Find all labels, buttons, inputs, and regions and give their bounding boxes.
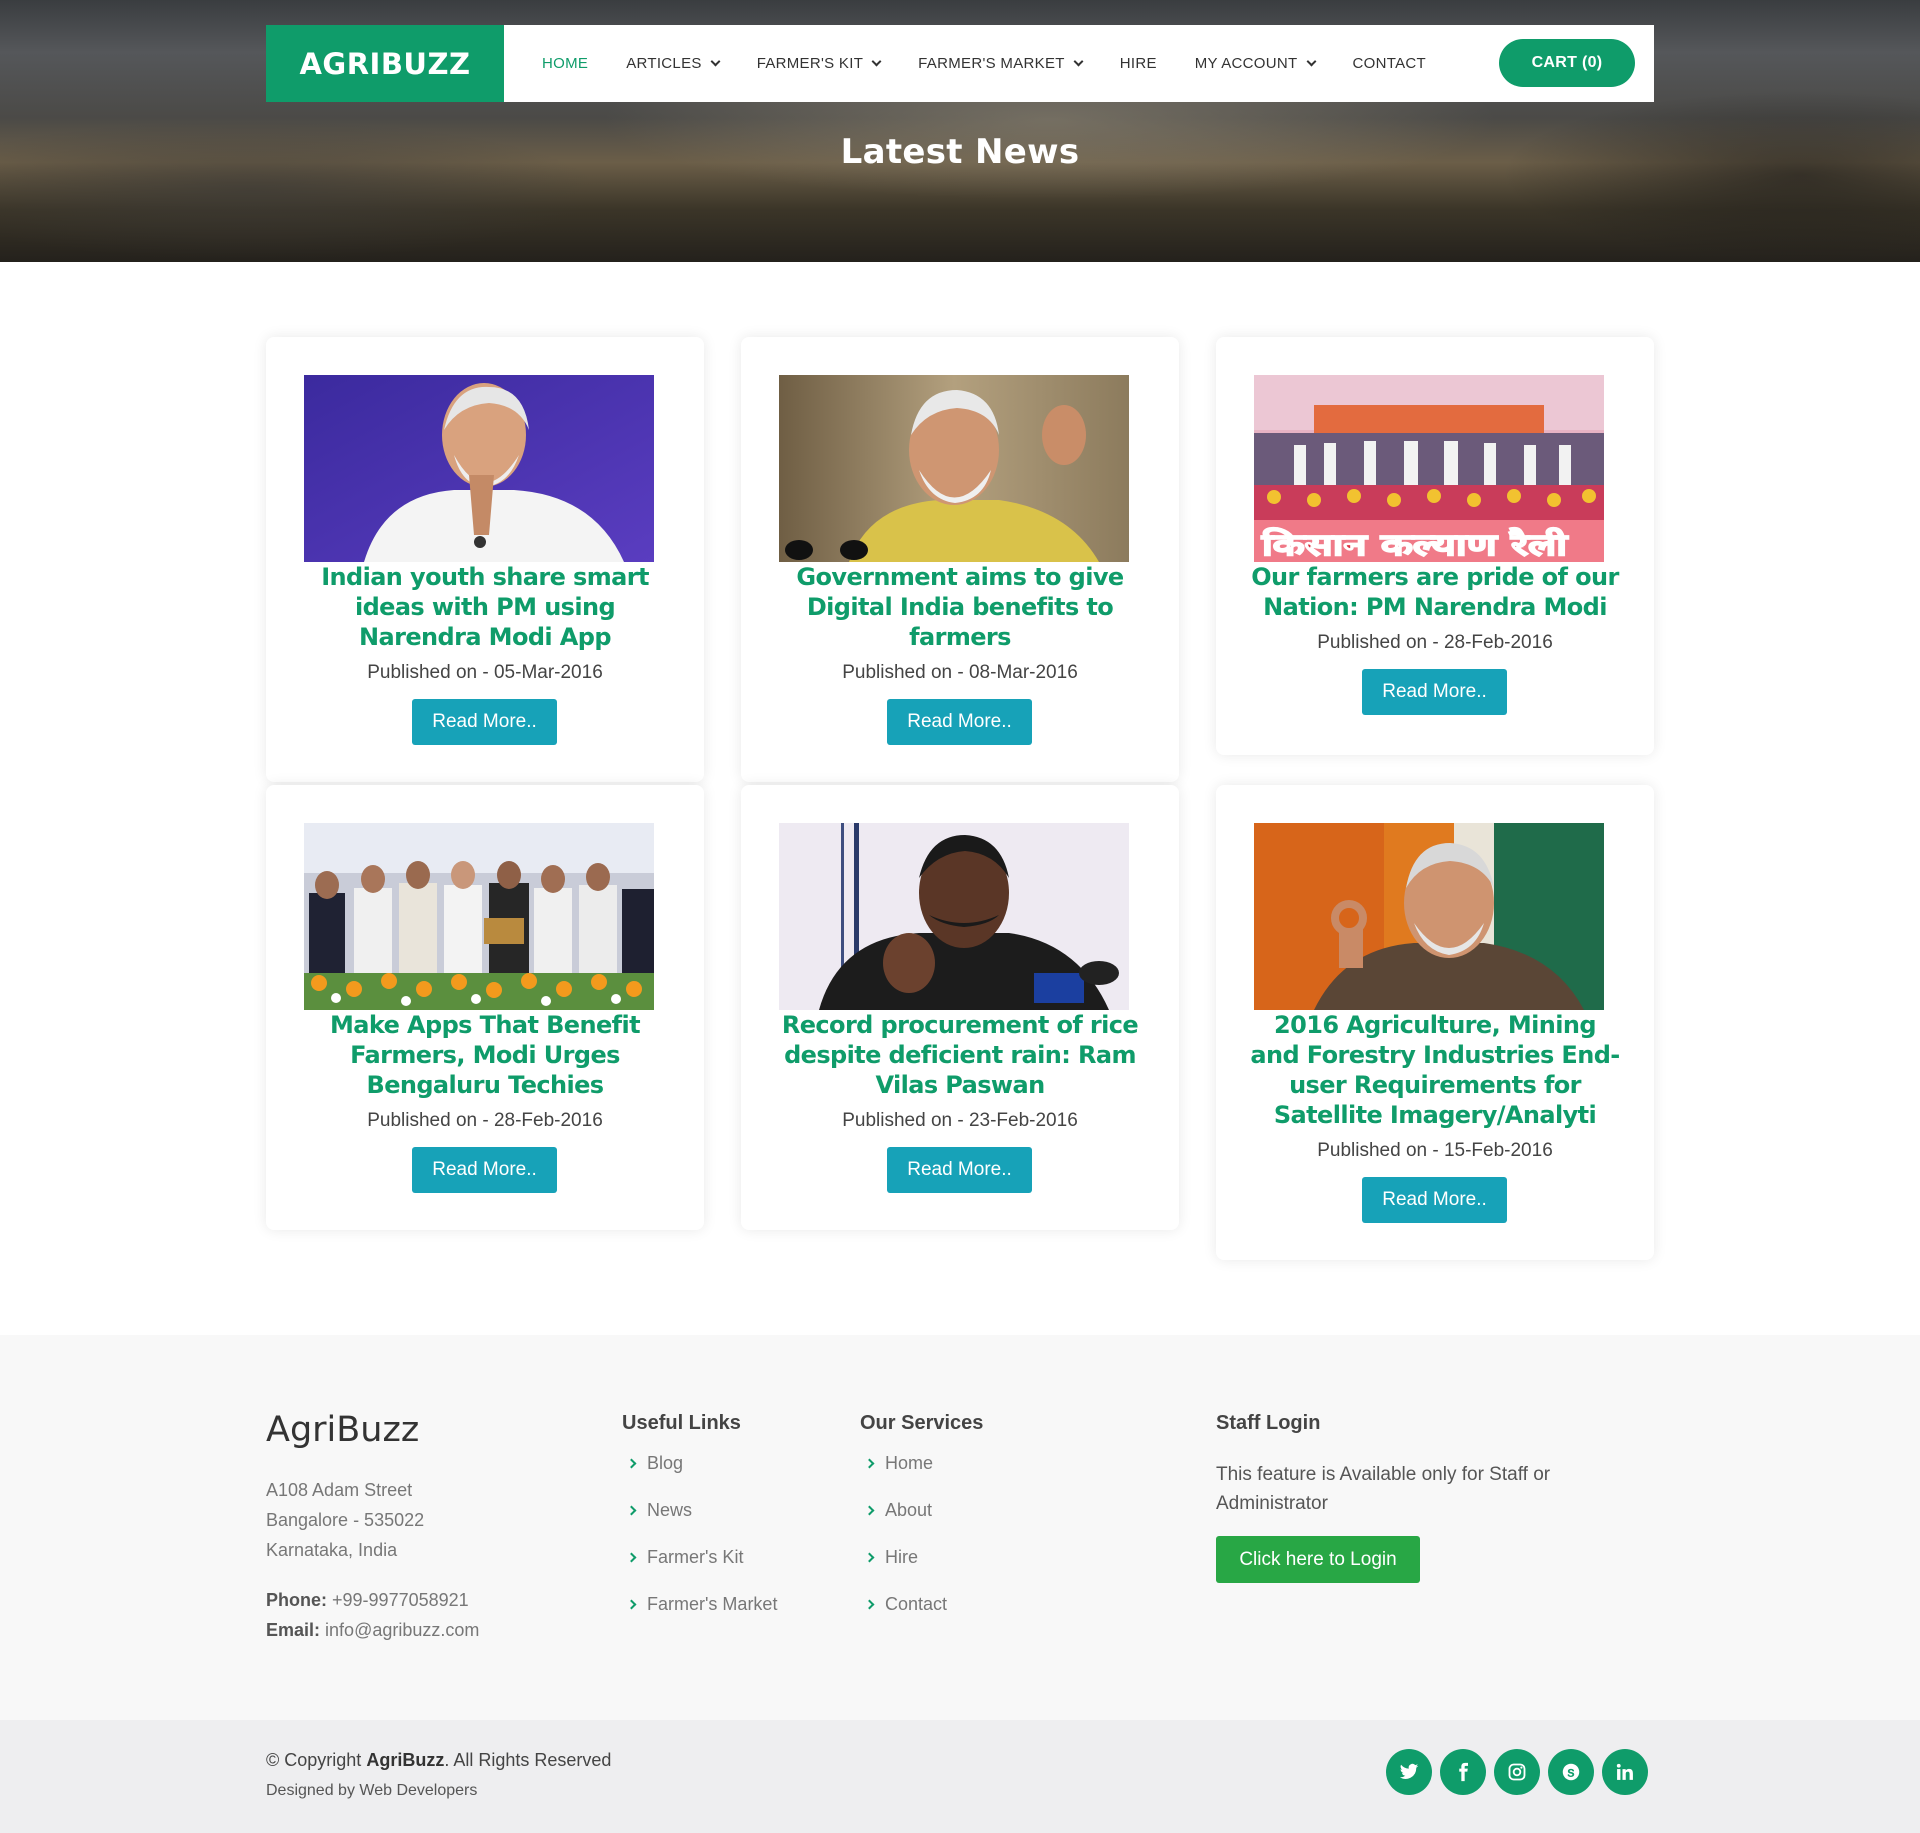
chevron-down-icon [1306, 56, 1316, 67]
instagram-icon[interactable] [1494, 1749, 1540, 1795]
read-more-button[interactable]: Read More.. [412, 699, 557, 745]
article-title[interactable]: Indian youth share smart ideas with PM u… [296, 562, 674, 652]
staff-login-button[interactable]: Click here to Login [1216, 1536, 1420, 1583]
footer-link-news[interactable]: News [622, 1500, 777, 1547]
chevron-right-icon [864, 1599, 875, 1610]
image-banner-text: किसान कल्याण रैली [1261, 527, 1569, 562]
footer-service-hire[interactable]: Hire [860, 1547, 947, 1594]
article-image[interactable] [779, 823, 1129, 1010]
chevron-right-icon [626, 1599, 637, 1610]
twitter-icon[interactable] [1386, 1749, 1432, 1795]
facebook-icon[interactable] [1440, 1749, 1486, 1795]
footer-service-home[interactable]: Home [860, 1453, 947, 1500]
footer-service-about[interactable]: About [860, 1500, 947, 1547]
nav-menu: HOME ARTICLES FARMER'S KIT FARMER'S MARK… [542, 55, 1464, 72]
article-image[interactable] [779, 375, 1129, 562]
chevron-right-icon [864, 1458, 875, 1469]
article-image[interactable]: किसान कल्याण रैली [1254, 375, 1604, 562]
our-services-list: Home About Hire Contact [860, 1453, 947, 1641]
read-more-button[interactable]: Read More.. [887, 699, 1032, 745]
footer-link-blog[interactable]: Blog [622, 1453, 777, 1500]
useful-links-title: Useful Links [622, 1412, 741, 1434]
nav-item-articles[interactable]: ARTICLES [626, 55, 721, 72]
footer-link-farmers-market[interactable]: Farmer's Market [622, 1594, 777, 1641]
designed-by: Designed by Web Developers [266, 1782, 478, 1799]
site-logo[interactable]: AGRIBUZZ [266, 25, 504, 102]
footer: AgriBuzz A108 Adam Street Bangalore - 53… [0, 1335, 1920, 1720]
article-date: Published on - 28-Feb-2016 [1317, 632, 1553, 653]
useful-links-list: Blog News Farmer's Kit Farmer's Market [622, 1453, 777, 1641]
navbar: AGRIBUZZ HOME ARTICLES FARMER'S KIT FARM… [266, 25, 1654, 102]
nav-item-hire[interactable]: HIRE [1120, 55, 1157, 72]
read-more-button[interactable]: Read More.. [1362, 669, 1507, 715]
article-title[interactable]: Record procurement of rice despite defic… [771, 1010, 1149, 1100]
article-card: Indian youth share smart ideas with PM u… [266, 337, 704, 782]
article-title[interactable]: Our farmers are pride of our Nation: PM … [1246, 562, 1624, 622]
footer-address: A108 Adam Street Bangalore - 535022 Karn… [266, 1480, 425, 1560]
article-image[interactable] [1254, 823, 1604, 1010]
staff-login-text: This feature is Available only for Staff… [1216, 1464, 1551, 1514]
cart-button[interactable]: CART (0) [1499, 39, 1635, 87]
footer-phone: Phone: +99-9977058921 [266, 1590, 469, 1610]
article-date: Published on - 08-Mar-2016 [842, 662, 1078, 683]
article-card: 2016 Agriculture, Mining and Forestry In… [1216, 785, 1654, 1260]
nav-item-my-account[interactable]: MY ACCOUNT [1195, 55, 1316, 72]
footer-link-farmers-kit[interactable]: Farmer's Kit [622, 1547, 777, 1594]
bottom-bar: © Copyright AgriBuzz. All Rights Reserve… [0, 1720, 1920, 1833]
chevron-right-icon [864, 1552, 875, 1563]
our-services-title: Our Services [860, 1412, 984, 1434]
read-more-button[interactable]: Read More.. [412, 1147, 557, 1193]
chevron-down-icon [871, 56, 882, 67]
page-title: Latest News [840, 132, 1080, 172]
article-title[interactable]: Make Apps That Benefit Farmers, Modi Urg… [296, 1010, 674, 1100]
chevron-right-icon [626, 1552, 637, 1563]
article-title[interactable]: 2016 Agriculture, Mining and Forestry In… [1246, 1010, 1624, 1130]
article-title[interactable]: Government aims to give Digital India be… [771, 562, 1149, 652]
footer-brand: AgriBuzz [266, 1410, 420, 1450]
article-card: Make Apps That Benefit Farmers, Modi Urg… [266, 785, 704, 1230]
linkedin-icon[interactable] [1602, 1749, 1648, 1795]
nav-item-farmers-kit[interactable]: FARMER'S KIT [757, 55, 882, 72]
article-date: Published on - 28-Feb-2016 [367, 1110, 603, 1131]
skype-icon[interactable] [1548, 1749, 1594, 1795]
article-card: Government aims to give Digital India be… [741, 337, 1179, 782]
footer-email[interactable]: Email: info@agribuzz.com [266, 1615, 479, 1645]
chevron-down-icon [710, 56, 721, 67]
article-date: Published on - 23-Feb-2016 [842, 1110, 1078, 1131]
nav-item-farmers-market[interactable]: FARMER'S MARKET [918, 55, 1084, 72]
article-card: किसान कल्याण रैली Our farmers are pride … [1216, 337, 1654, 755]
footer-service-contact[interactable]: Contact [860, 1594, 947, 1641]
read-more-button[interactable]: Read More.. [1362, 1177, 1507, 1223]
article-image[interactable] [304, 823, 654, 1010]
article-date: Published on - 15-Feb-2016 [1317, 1140, 1553, 1161]
chevron-down-icon [1073, 56, 1084, 67]
read-more-button[interactable]: Read More.. [887, 1147, 1032, 1193]
staff-login-title: Staff Login [1216, 1412, 1321, 1434]
copyright: © Copyright AgriBuzz. All Rights Reserve… [266, 1750, 612, 1770]
article-image[interactable] [304, 375, 654, 562]
nav-item-home[interactable]: HOME [542, 55, 588, 72]
chevron-right-icon [626, 1458, 637, 1469]
nav-item-contact[interactable]: CONTACT [1353, 55, 1426, 72]
article-card: Record procurement of rice despite defic… [741, 785, 1179, 1230]
chevron-right-icon [864, 1505, 875, 1516]
article-date: Published on - 05-Mar-2016 [367, 662, 603, 683]
chevron-right-icon [626, 1505, 637, 1516]
footer-contact: Phone: +99-9977058921 Email: info@agribu… [266, 1585, 479, 1645]
